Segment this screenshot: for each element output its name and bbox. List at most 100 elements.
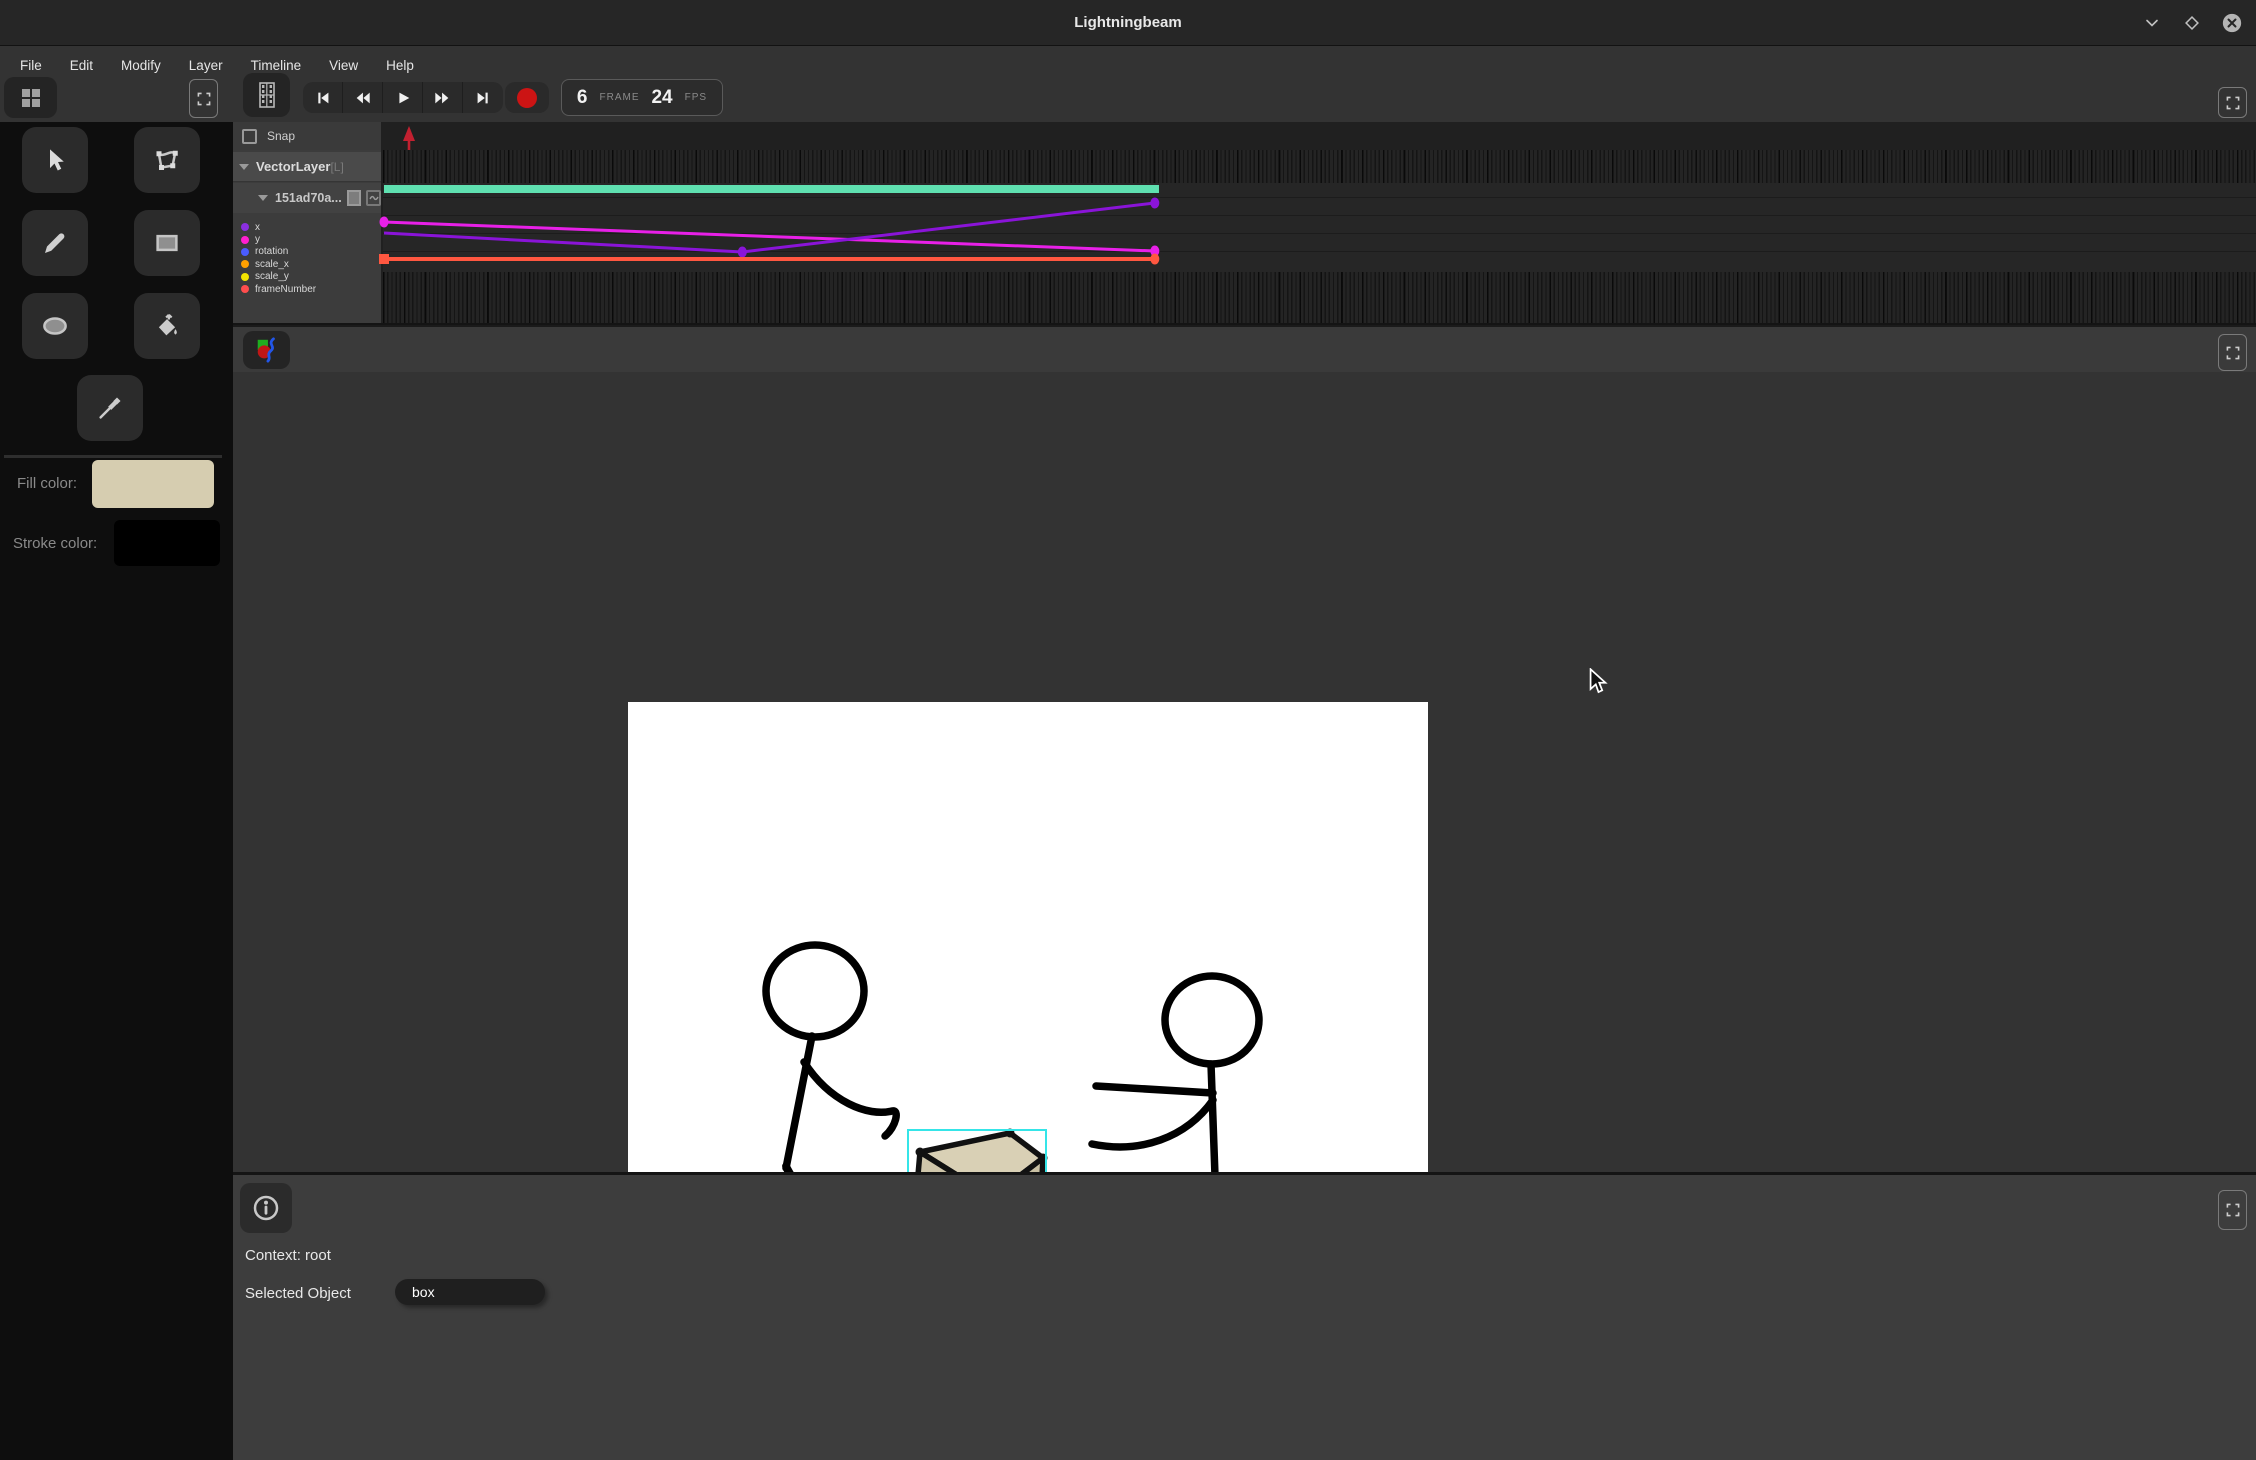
property-label: scale_x bbox=[255, 259, 289, 270]
fps-label: FPS bbox=[685, 92, 707, 103]
fill-color-swatch[interactable] bbox=[92, 460, 214, 508]
property-row-rotation[interactable]: rotation bbox=[233, 246, 381, 258]
maximize-button[interactable] bbox=[2181, 12, 2203, 34]
property-row-scale_y[interactable]: scale_y bbox=[233, 271, 381, 283]
pencil-tool-button[interactable] bbox=[22, 210, 88, 276]
info-panel-button[interactable] bbox=[240, 1183, 292, 1233]
timeline-tracks[interactable] bbox=[381, 122, 2256, 325]
menubar: FileEditModifyLayerTimelineViewHelp bbox=[0, 46, 2256, 85]
right-figure-head bbox=[1165, 976, 1259, 1064]
close-icon bbox=[2221, 12, 2243, 34]
box-corner-accent bbox=[916, 1148, 925, 1157]
record-button[interactable] bbox=[505, 82, 549, 113]
property-row-scale_x[interactable]: scale_x bbox=[233, 258, 381, 270]
property-color-dot bbox=[241, 248, 249, 256]
fps-value[interactable]: 24 bbox=[651, 87, 672, 109]
canvas-panel bbox=[233, 325, 2256, 1172]
property-label: y bbox=[255, 234, 260, 245]
rectangle-tool-button[interactable] bbox=[134, 210, 200, 276]
record-icon bbox=[516, 87, 538, 109]
property-label: frameNumber bbox=[255, 284, 316, 295]
collapse-triangle-icon[interactable] bbox=[239, 164, 249, 170]
right-figure-limb bbox=[1092, 1100, 1213, 1147]
node-editor-tool-button[interactable] bbox=[134, 127, 200, 193]
skip-end-icon bbox=[474, 89, 492, 107]
play-button[interactable] bbox=[383, 82, 423, 113]
layer-row-object[interactable]: 151ad70a... bbox=[233, 183, 381, 213]
skip-to-start-button[interactable] bbox=[303, 82, 343, 113]
select-tool-button[interactable] bbox=[22, 127, 88, 193]
layer-toggle-button[interactable] bbox=[347, 190, 362, 206]
node-editor-icon bbox=[152, 145, 182, 175]
canvas-expand-button[interactable] bbox=[2218, 334, 2247, 371]
layer-row-vectorlayer[interactable]: VectorLayer[L] bbox=[233, 152, 381, 182]
expand-icon bbox=[2225, 95, 2241, 111]
timeline-panel: 6 FRAME 24 FPS 0204060801001201401601802… bbox=[233, 85, 2256, 325]
rectangle-icon bbox=[152, 228, 182, 258]
collapse-triangle-icon[interactable] bbox=[258, 195, 268, 201]
titlebar: Lightningbeam bbox=[0, 0, 2256, 46]
window-title: Lightningbeam bbox=[0, 0, 2256, 46]
timeline-expand-button[interactable] bbox=[2218, 87, 2247, 118]
skip-to-end-button[interactable] bbox=[463, 82, 503, 113]
toolbox-expand-button[interactable] bbox=[189, 79, 218, 118]
frame-fps-display: 6 FRAME 24 FPS bbox=[561, 79, 723, 116]
property-color-dot bbox=[241, 260, 249, 268]
property-color-dot bbox=[241, 273, 249, 281]
property-row-frameNumber[interactable]: frameNumber bbox=[233, 283, 381, 295]
rewind-icon bbox=[353, 89, 372, 107]
menu-item-modify[interactable]: Modify bbox=[107, 46, 175, 85]
property-label: rotation bbox=[255, 246, 288, 257]
minimize-button[interactable] bbox=[2141, 12, 2163, 34]
snap-checkbox[interactable] bbox=[242, 129, 257, 144]
property-list: xyrotation scale_xscale_y frameNumber bbox=[233, 213, 381, 325]
paint-bucket-tool-button[interactable] bbox=[134, 293, 200, 359]
play-icon bbox=[394, 89, 412, 107]
frame-value[interactable]: 6 bbox=[577, 87, 588, 109]
frame-stripes-bottom bbox=[383, 272, 2256, 325]
expand-icon bbox=[2225, 345, 2241, 361]
right-figure-limb bbox=[1096, 1086, 1213, 1093]
snap-label: Snap bbox=[267, 129, 295, 143]
selected-object-field[interactable]: box bbox=[395, 1279, 545, 1305]
menu-item-edit[interactable]: Edit bbox=[56, 46, 107, 85]
canvas-panel-button[interactable] bbox=[243, 331, 290, 369]
selected-object-label: Selected Object bbox=[245, 1285, 351, 1302]
inspector-expand-button[interactable] bbox=[2218, 1190, 2247, 1230]
chevron-down-icon bbox=[2142, 13, 2162, 33]
fill-color-label: Fill color: bbox=[17, 475, 77, 492]
inspector-panel: Context: root Selected Object box bbox=[233, 1172, 2256, 1460]
left-figure-limb bbox=[786, 1036, 812, 1168]
content-area: 6 FRAME 24 FPS 0204060801001201401601802… bbox=[233, 85, 2256, 1460]
eyedropper-icon bbox=[95, 393, 125, 423]
rewind-button[interactable] bbox=[343, 82, 383, 113]
frame-label: FRAME bbox=[599, 92, 639, 103]
vector-graphics-icon bbox=[254, 337, 280, 363]
toolbox-panel: Fill color: Stroke color: bbox=[0, 85, 233, 1460]
timeline-panel-button[interactable] bbox=[243, 73, 290, 117]
grid-icon bbox=[19, 86, 43, 110]
property-row-x[interactable]: x bbox=[233, 221, 381, 233]
ellipse-tool-button[interactable] bbox=[22, 293, 88, 359]
playback-controls bbox=[303, 82, 503, 113]
fast-forward-button[interactable] bbox=[423, 82, 463, 113]
panel-grid-button[interactable] bbox=[4, 77, 57, 118]
close-button[interactable] bbox=[2221, 12, 2243, 34]
fast-forward-icon bbox=[433, 89, 452, 107]
context-label: Context: root bbox=[245, 1247, 331, 1264]
property-color-dot bbox=[241, 236, 249, 244]
property-label: x bbox=[255, 222, 260, 233]
property-color-dot bbox=[241, 223, 249, 231]
eyedropper-tool-button[interactable] bbox=[77, 375, 143, 441]
layer-ease-button[interactable] bbox=[366, 190, 381, 206]
property-color-dot bbox=[241, 285, 249, 293]
ellipse-icon bbox=[40, 311, 70, 341]
sublayer-name: 151ad70a... bbox=[275, 191, 342, 205]
canvas-header bbox=[233, 325, 2256, 372]
property-label: scale_y bbox=[255, 271, 289, 282]
menu-item-view[interactable]: View bbox=[315, 46, 372, 85]
stroke-color-swatch[interactable] bbox=[114, 520, 220, 566]
property-row-y[interactable]: y bbox=[233, 233, 381, 245]
menu-item-help[interactable]: Help bbox=[372, 46, 428, 85]
frame-stripes-top bbox=[383, 150, 2256, 183]
